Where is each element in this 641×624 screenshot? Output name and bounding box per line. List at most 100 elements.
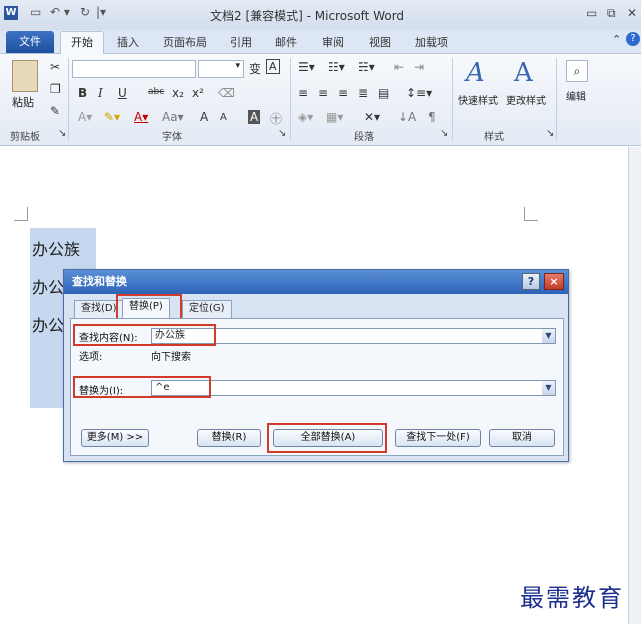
document-line[interactable]: 办公: [30, 312, 67, 336]
tab-page-layout[interactable]: 页面布局: [163, 34, 207, 50]
tab-view[interactable]: 视图: [369, 34, 391, 50]
title-bar: W ▭ ↶ ▾ ↻ |▾ 文档2 [兼容模式] - Microsoft Word…: [0, 0, 641, 30]
tab-mailings[interactable]: 邮件: [275, 34, 297, 50]
dialog-body: 查找内容(N): 办公族 ▼ 选项: 向下搜索 替换为(I): ^e ▼ 更多(…: [70, 318, 564, 456]
tab-home[interactable]: 开始: [60, 31, 104, 55]
tab-addins[interactable]: 加载项: [415, 34, 448, 50]
increase-indent-icon[interactable]: ⇥: [414, 60, 424, 74]
copy-icon[interactable]: ❐: [50, 82, 61, 96]
editing-button[interactable]: 编辑: [566, 88, 586, 103]
justify-icon[interactable]: ≣: [358, 86, 368, 100]
quick-styles-icon[interactable]: A: [466, 58, 485, 88]
font-size-input[interactable]: ▾: [198, 60, 244, 78]
superscript-button[interactable]: x²: [192, 86, 204, 100]
phonetic-guide-icon[interactable]: 变: [249, 60, 261, 77]
format-painter-icon[interactable]: ✎: [50, 104, 60, 118]
minimize-icon[interactable]: ▭: [586, 6, 597, 20]
decrease-indent-icon[interactable]: ⇤: [394, 60, 404, 74]
dialog-launcher-icon[interactable]: ↘: [58, 128, 66, 139]
find-replace-dialog: 查找和替换 ? × 查找(D) 替换(P) 定位(G) 查找内容(N): 办公族…: [63, 269, 569, 462]
change-styles-icon[interactable]: A: [514, 58, 533, 88]
italic-button[interactable]: I: [98, 86, 103, 100]
undo-icon[interactable]: ↶ ▾: [50, 5, 70, 19]
change-case-icon[interactable]: Aa▾: [162, 110, 184, 124]
document-line[interactable]: 办公族: [30, 236, 83, 260]
shading-icon[interactable]: ◈▾: [298, 110, 313, 124]
customize-icon[interactable]: |▾: [96, 5, 106, 19]
tab-goto[interactable]: 定位(G): [182, 300, 232, 318]
distributed-icon[interactable]: ▤: [378, 86, 389, 100]
strikethrough-button[interactable]: abc: [148, 87, 164, 97]
align-left-icon[interactable]: ≡: [298, 86, 308, 100]
paste-label[interactable]: 粘贴: [12, 94, 34, 110]
group-divider: [290, 58, 291, 140]
multilevel-list-icon[interactable]: ☵▾: [358, 60, 375, 74]
redo-icon[interactable]: ↻: [80, 5, 90, 19]
document-line[interactable]: 办公: [30, 274, 67, 298]
font-group-label: 字体: [162, 132, 182, 143]
bold-button[interactable]: B: [78, 86, 87, 100]
find-dropdown-icon[interactable]: ▼: [542, 329, 555, 343]
character-shading-icon[interactable]: A: [248, 110, 261, 124]
close-button[interactable]: ×: [544, 273, 564, 290]
tab-insert[interactable]: 插入: [117, 34, 139, 50]
align-center-icon[interactable]: ≡: [318, 86, 328, 100]
shrink-font-button[interactable]: A: [220, 112, 227, 123]
underline-button[interactable]: U: [118, 86, 127, 100]
close-icon[interactable]: ✕: [627, 6, 637, 20]
styles-dialog-launcher-icon[interactable]: ↘: [546, 128, 554, 139]
align-right-icon[interactable]: ≡: [338, 86, 348, 100]
ribbon-collapse-icon[interactable]: ⌃: [612, 33, 621, 46]
borders-icon[interactable]: ▦▾: [326, 110, 343, 124]
replace-button[interactable]: 替换(R): [197, 429, 261, 447]
change-styles-button[interactable]: 更改样式: [506, 92, 546, 107]
styles-group-label: 样式: [484, 132, 504, 143]
save-icon[interactable]: ▭: [30, 5, 41, 19]
margin-corner-mark: [524, 207, 538, 221]
ribbon-tab-bar: 文件 开始 插入 页面布局 引用 邮件 审阅 视图 加载项 ⌃ ?: [0, 30, 641, 55]
group-divider: [68, 58, 69, 140]
paste-icon[interactable]: [12, 60, 38, 92]
replace-dropdown-icon[interactable]: ▼: [542, 381, 555, 395]
options-label: 选项:: [79, 352, 103, 363]
vertical-scrollbar[interactable]: [628, 147, 641, 624]
window-title: 文档2 [兼容模式] - Microsoft Word: [210, 9, 405, 23]
highlight-box: [116, 294, 182, 320]
text-effects-icon[interactable]: A▾: [78, 110, 92, 124]
clipboard-group-label: 剪贴板: [10, 132, 40, 143]
ribbon: 粘贴 ✂ ❐ ✎ 剪贴板 ↘ ▾ 变 A B I U abc x₂ x² ⌫ A…: [0, 54, 641, 146]
cancel-button[interactable]: 取消: [489, 429, 555, 447]
paragraph-dialog-launcher-icon[interactable]: ↘: [440, 128, 448, 139]
options-value: 向下搜索: [151, 352, 191, 363]
font-dialog-launcher-icon[interactable]: ↘: [278, 128, 286, 139]
more-button[interactable]: 更多(M) >>: [81, 429, 149, 447]
cut-icon[interactable]: ✂: [50, 60, 60, 74]
find-next-button[interactable]: 查找下一处(F): [395, 429, 481, 447]
tab-review[interactable]: 审阅: [322, 34, 344, 50]
highlight-icon[interactable]: ✎▾: [104, 110, 120, 124]
chinese-layout-icon[interactable]: ✕▾: [364, 110, 380, 124]
sort-icon[interactable]: ↓A: [398, 110, 416, 124]
font-name-input[interactable]: [72, 60, 196, 78]
binoculars-icon[interactable]: ⌕: [566, 60, 588, 82]
help-icon[interactable]: ?: [626, 32, 640, 46]
show-marks-icon[interactable]: ¶: [428, 110, 436, 124]
line-spacing-icon[interactable]: ↕≡▾: [406, 86, 432, 100]
help-button[interactable]: ?: [522, 273, 540, 290]
margin-corner-mark: [14, 207, 28, 221]
enclose-characters-icon[interactable]: ㊉: [270, 110, 282, 127]
replace-input[interactable]: ^e: [151, 380, 556, 396]
character-border-icon[interactable]: A: [266, 59, 280, 74]
clear-formatting-icon[interactable]: ⌫: [218, 86, 235, 100]
font-color-icon[interactable]: A▾: [134, 110, 148, 124]
group-divider: [556, 58, 557, 140]
grow-font-button[interactable]: A: [200, 110, 208, 124]
subscript-button[interactable]: x₂: [172, 86, 184, 100]
numbering-icon[interactable]: ☷▾: [328, 60, 345, 74]
tab-references[interactable]: 引用: [230, 34, 252, 50]
tab-file[interactable]: 文件: [6, 31, 54, 53]
highlight-box: [73, 376, 211, 398]
bullets-icon[interactable]: ☰▾: [298, 60, 315, 74]
restore-icon[interactable]: ⧉: [607, 6, 616, 21]
quick-styles-button[interactable]: 快速样式: [458, 92, 498, 107]
